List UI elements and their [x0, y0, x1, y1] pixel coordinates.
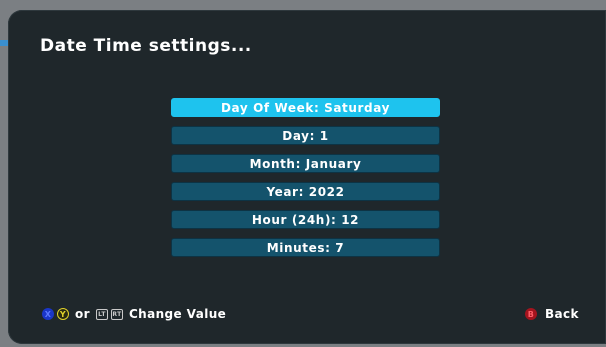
- change-value-label: Change Value: [128, 307, 227, 321]
- settings-menu: Day Of Week: Saturday Day: 1 Month: Janu…: [171, 98, 440, 266]
- b-button-icon: B: [525, 308, 537, 320]
- menu-item-hour[interactable]: Hour (24h): 12: [171, 210, 440, 229]
- y-button-icon: Y: [57, 308, 69, 320]
- change-value-hint: X Y or LT RT Change Value: [42, 307, 226, 321]
- back-hint[interactable]: B Back: [525, 307, 579, 321]
- menu-item-month[interactable]: Month: January: [171, 154, 440, 173]
- rt-trigger-icon: RT: [110, 308, 123, 320]
- menu-item-year[interactable]: Year: 2022: [171, 182, 440, 201]
- x-button-icon: X: [42, 308, 54, 320]
- menu-item-minutes[interactable]: Minutes: 7: [171, 238, 440, 257]
- page-title: Date Time settings...: [40, 36, 252, 56]
- menu-item-day-of-week[interactable]: Day Of Week: Saturday: [171, 98, 440, 117]
- menu-item-day[interactable]: Day: 1: [171, 126, 440, 145]
- or-text: or: [75, 307, 90, 321]
- back-label: Back: [545, 307, 579, 321]
- lt-trigger-icon: LT: [95, 308, 108, 320]
